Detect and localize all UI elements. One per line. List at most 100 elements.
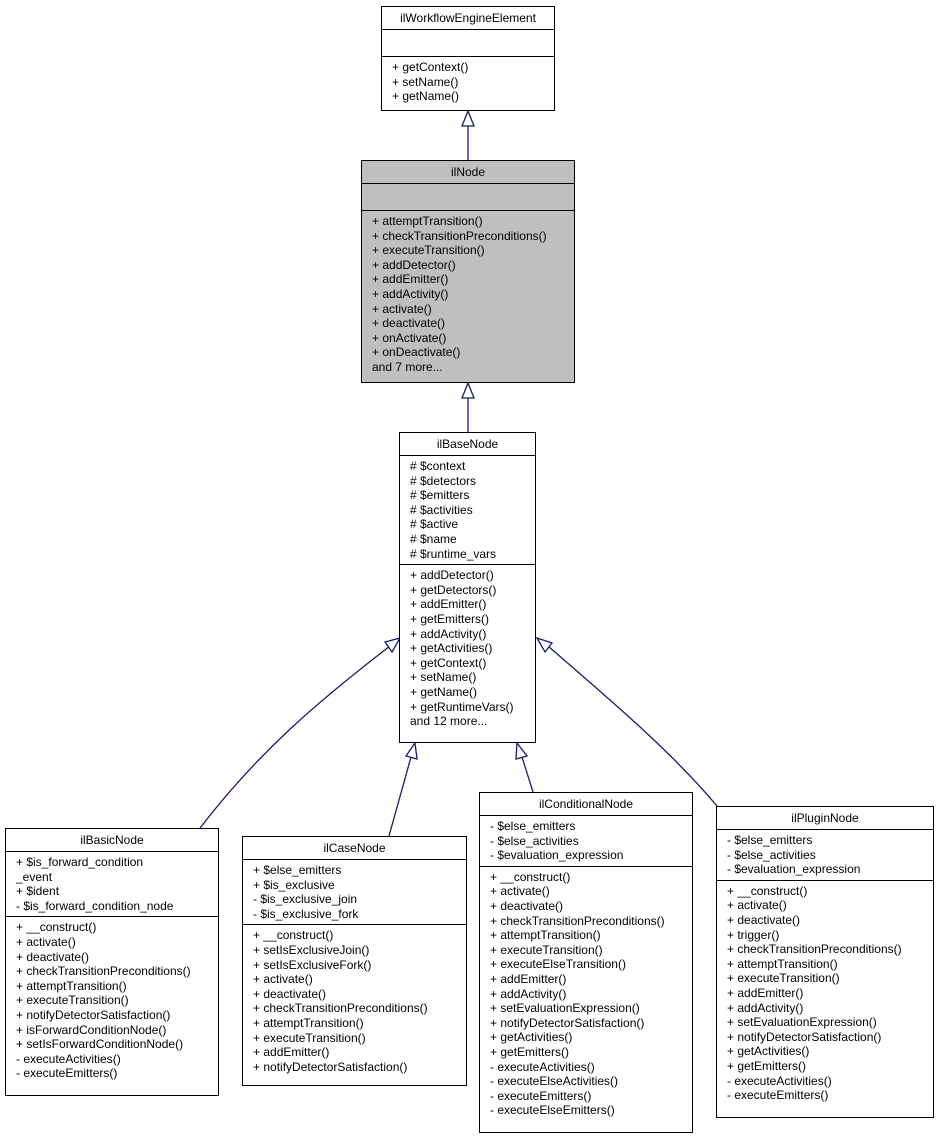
class-operation: + deactivate() [372, 316, 446, 331]
class-operation: + setIsForwardConditionNode() [16, 1037, 184, 1052]
class-operation: + attemptTransition() [253, 1015, 364, 1030]
class-operation: + notifyDetectorSatisfaction() [16, 1007, 171, 1022]
inheritance-arrowhead [404, 741, 418, 760]
class-operation: + activate() [253, 972, 313, 987]
class-operation: + __construct() [727, 883, 808, 898]
class-operation: - executeElseActivities() [490, 1074, 619, 1089]
class-attribute: - $evaluation_expression [727, 862, 861, 877]
class-operation: + notifyDetectorSatisfaction() [490, 1015, 645, 1030]
class-name: ilWorkflowEngineElement [382, 7, 554, 30]
class-operation: - executeActivities() [16, 1051, 121, 1066]
class-attribute: - $else_emitters [490, 819, 576, 833]
edge-basic-node-to-base-node [199, 636, 402, 829]
inheritance-arrowhead [515, 741, 529, 760]
class-operation: + getActivities() [490, 1030, 573, 1045]
class-box-node[interactable]: ilNode + attemptTransition() + checkTrans… [361, 160, 575, 383]
class-attribute: # $activities [410, 502, 473, 517]
class-operation: + activate() [372, 301, 432, 316]
class-box-plugin-node[interactable]: ilPluginNode - $else_emitters - $else_act… [716, 806, 934, 1118]
class-name: ilBasicNode [6, 829, 218, 852]
class-operation: + addActivity() [410, 626, 487, 641]
class-operation: + addEmitter() [490, 971, 567, 986]
class-operation: - executeEmitters() [16, 1066, 118, 1081]
class-attribute: + $is_exclusive [253, 877, 335, 892]
class-operation: - executeElseEmitters() [490, 1103, 615, 1118]
class-operation: + addDetector() [410, 568, 494, 583]
class-operation: + activate() [727, 898, 787, 913]
class-operation: + addActivity() [727, 1000, 804, 1015]
operations-section: + __construct() + activate() + deactivate(… [480, 867, 692, 1121]
class-attribute: # $detectors [410, 473, 477, 488]
class-operation: + getActivities() [727, 1044, 810, 1059]
class-attribute: # $active [410, 517, 459, 532]
class-operation: + executeTransition() [372, 243, 485, 258]
class-operation: + attemptTransition() [490, 928, 601, 943]
class-operation: and 12 more... [410, 714, 488, 729]
class-box-base-node[interactable]: ilBaseNode # $context # $detectors # $emit… [399, 432, 536, 743]
class-operation: + __construct() [253, 928, 334, 943]
class-operation: + setIsExclusiveJoin() [253, 942, 370, 957]
class-operation: + addActivity() [372, 286, 449, 301]
class-operation: + checkTransitionPreconditions() [727, 942, 902, 957]
class-attribute: + $is_forward_condition [16, 855, 144, 869]
class-box-conditional-node[interactable]: ilConditionalNode - $else_emitters - $els… [479, 792, 693, 1133]
class-operation: + getName() [410, 684, 478, 699]
class-operation: + notifyDetectorSatisfaction() [253, 1059, 408, 1074]
edge-case-node-to-base-node [388, 741, 418, 837]
class-attribute: + $ident [16, 884, 60, 899]
class-operation: + executeTransition() [16, 993, 129, 1008]
class-name: ilConditionalNode [480, 793, 692, 816]
attributes-section: # $context # $detectors # $emitters # $acti… [400, 456, 535, 566]
class-box-basic-node[interactable]: ilBasicNode + $is_forward_condition _even… [5, 828, 219, 1096]
class-attribute: - $is_forward_condition_node [16, 898, 174, 913]
class-operation: + __construct() [16, 920, 97, 935]
class-attribute: # $name [410, 531, 457, 546]
class-operation: - executeActivities() [490, 1059, 595, 1074]
attributes-section: - $else_emitters - $else_activities - $eva… [480, 816, 692, 867]
class-operation: + setName() [410, 670, 477, 685]
operations-section: + getContext() + setName() + getName() [382, 57, 554, 107]
class-operation: + onDeactivate() [372, 345, 461, 360]
class-operation: + setIsExclusiveFork() [253, 957, 372, 972]
operations-section: + addDetector() + getDetectors() + addEmit… [400, 565, 535, 732]
class-operation: - executeEmitters() [727, 1088, 829, 1103]
class-attribute: - $is_exclusive_fork [253, 906, 359, 921]
class-operation: + trigger() [727, 927, 780, 942]
class-operation: + addDetector() [372, 257, 456, 272]
class-operation: + setName() [392, 74, 459, 89]
class-box-workflow-engine-element[interactable]: ilWorkflowEngineElement + getContext() + … [381, 6, 555, 111]
class-attribute: - $else_activities [490, 833, 579, 848]
class-attribute: - $else_activities [727, 847, 816, 862]
class-operation: + addEmitter() [727, 985, 804, 1000]
inheritance-arrowhead [383, 636, 402, 654]
edge-node-to-workflow-engine-element [461, 109, 475, 160]
attributes-section [362, 184, 574, 211]
attributes-section [382, 30, 554, 57]
class-operation: + getContext() [392, 60, 469, 74]
class-operation: - executeActivities() [727, 1073, 832, 1088]
class-operation: + deactivate() [253, 986, 327, 1001]
class-operation: + addEmitter() [253, 1045, 330, 1060]
operations-section: + attemptTransition() + checkTransitionPr… [362, 211, 574, 378]
class-attribute: _event [16, 869, 53, 884]
class-name: ilNode [362, 161, 574, 184]
class-operation: + getContext() [410, 655, 487, 670]
class-operation: + setEvaluationExpression() [727, 1015, 877, 1030]
class-attribute: + $else_emitters [253, 863, 342, 877]
class-operation: + getEmitters() [490, 1044, 570, 1059]
class-operation: + deactivate() [727, 912, 801, 927]
class-operation: + __construct() [490, 869, 571, 884]
edge-base-node-to-node [461, 381, 475, 432]
class-operation: + checkTransitionPreconditions() [490, 913, 665, 928]
operations-section: + __construct() + activate() + deactivate(… [717, 881, 933, 1106]
class-operation: + attemptTransition() [372, 214, 483, 228]
class-operation: + notifyDetectorSatisfaction() [727, 1029, 882, 1044]
operations-section: + __construct() + setIsExclusiveJoin() + s… [243, 925, 466, 1077]
class-operation: + checkTransitionPreconditions() [372, 228, 547, 243]
class-operation: + getEmitters() [727, 1058, 807, 1073]
edge-conditional-node-to-base-node [515, 741, 534, 793]
class-name: ilPluginNode [717, 807, 933, 830]
class-operation: + addEmitter() [410, 597, 487, 612]
class-operation: + attemptTransition() [16, 978, 127, 993]
class-box-case-node[interactable]: ilCaseNode + $else_emitters + $is_exclusi… [242, 836, 467, 1086]
